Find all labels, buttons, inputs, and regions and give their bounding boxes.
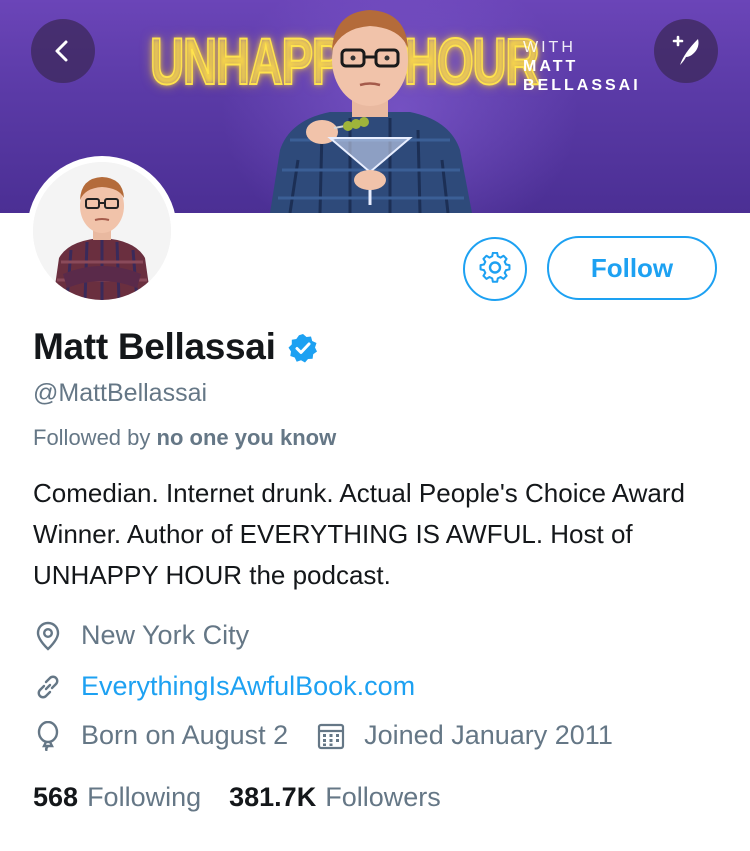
followed-by-text: Followed by no one you know xyxy=(33,425,336,451)
calendar-icon xyxy=(316,721,346,751)
banner-host-first: MATT xyxy=(523,58,579,75)
profile-location: New York City xyxy=(33,620,249,651)
compose-tweet-icon xyxy=(672,35,699,65)
avatar-photo xyxy=(33,162,171,300)
following-stat[interactable]: 568 Following xyxy=(33,782,201,813)
avatar-illustration xyxy=(33,162,171,300)
profile-name: Matt Bellassai xyxy=(33,326,276,367)
location-text: New York City xyxy=(81,620,250,650)
birthday-text: Born on August 2 xyxy=(81,720,289,750)
profile-handle: @MattBellassai xyxy=(33,379,208,407)
banner-host-illustration xyxy=(270,10,472,213)
following-label: Following xyxy=(87,782,202,812)
banner-host-last: BELLASSAI xyxy=(523,77,641,94)
followers-label: Followers xyxy=(325,782,441,812)
compose-tweet-button[interactable] xyxy=(654,19,718,83)
followed-by-prefix: Followed by xyxy=(33,425,151,450)
profile-website[interactable]: EverythingIsAwfulBook.com xyxy=(33,671,415,702)
location-pin-icon xyxy=(33,621,63,651)
gear-icon xyxy=(479,252,511,283)
banner-with-label: WITH xyxy=(523,39,576,56)
profile-name-row: Matt Bellassai xyxy=(33,326,318,368)
followers-stat[interactable]: 381.7K Followers xyxy=(229,782,441,813)
back-button[interactable] xyxy=(31,19,95,83)
profile-dates: Born on August 2 Joined January 2011 xyxy=(33,720,613,751)
profile-bio: Comedian. Internet drunk. Actual People'… xyxy=(33,478,685,590)
profile-settings-button[interactable] xyxy=(463,237,527,301)
website-link[interactable]: EverythingIsAwfulBook.com xyxy=(81,671,415,702)
followed-by-value[interactable]: no one you know xyxy=(157,425,337,450)
following-count: 568 xyxy=(33,782,79,812)
profile-avatar[interactable] xyxy=(27,156,177,306)
follow-button[interactable]: Follow xyxy=(547,236,717,300)
verified-badge-icon xyxy=(288,334,317,363)
balloon-icon xyxy=(33,720,63,751)
profile-stats: 568 Following 381.7K Followers xyxy=(33,782,469,813)
joined-text: Joined January 2011 xyxy=(364,720,613,750)
joined-date: Joined January 2011 xyxy=(316,720,613,751)
banner-host-credit: WITH MATT BELLASSAI xyxy=(523,38,641,95)
followers-count: 381.7K xyxy=(229,782,317,812)
back-chevron-icon xyxy=(55,40,68,62)
link-icon xyxy=(33,672,63,702)
